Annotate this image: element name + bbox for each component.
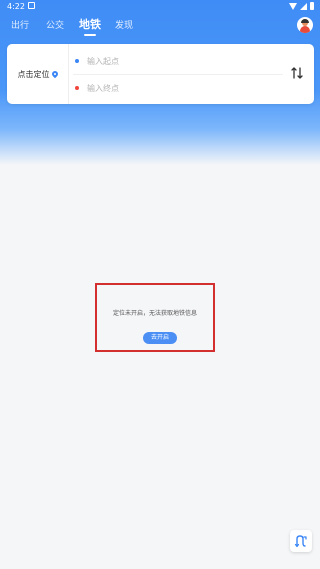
route-icon — [294, 535, 307, 548]
start-field[interactable] — [73, 48, 283, 75]
avatar[interactable] — [297, 17, 313, 33]
end-input[interactable] — [87, 83, 267, 93]
route-search-card: 点击定位 — [7, 44, 314, 104]
location-disabled-panel: 定位未开启，无法获取地铁信息 去开启 — [95, 283, 215, 352]
avatar-body — [300, 26, 310, 33]
active-tab-indicator — [84, 34, 96, 36]
locate-label: 点击定位 — [17, 69, 50, 79]
top-tabs: 出行 公交 地铁 发现 — [0, 14, 320, 38]
start-dot — [75, 59, 79, 63]
battery-icon — [310, 2, 314, 10]
tab-faxian[interactable]: 发现 — [115, 18, 133, 31]
end-field[interactable] — [73, 75, 283, 101]
notification-icon — [28, 2, 35, 9]
swap-icon[interactable] — [290, 66, 304, 80]
wifi-icon — [289, 2, 297, 10]
start-input[interactable] — [87, 56, 267, 66]
status-bar: 4:22 — [0, 0, 320, 14]
locate-button[interactable]: 点击定位 — [7, 44, 69, 104]
tab-ditie[interactable]: 地铁 — [79, 16, 101, 32]
status-indicators — [289, 2, 314, 10]
location-disabled-message: 定位未开启，无法获取地铁信息 — [112, 310, 197, 317]
avatar-hair — [301, 19, 309, 23]
enable-location-button[interactable]: 去开启 — [143, 332, 177, 344]
tab-chuxing[interactable]: 出行 — [11, 18, 29, 31]
route-plan-button[interactable] — [290, 530, 312, 552]
location-pin-icon — [50, 69, 59, 79]
status-time: 4:22 — [7, 2, 25, 11]
tab-gongjiao[interactable]: 公交 — [46, 18, 64, 31]
end-dot — [75, 86, 79, 90]
subway-screen: 4:22 出行 公交 地铁 发现 点击定位 输入起点 输入终点 定位未开启，无法… — [0, 0, 320, 569]
signal-icon — [300, 2, 307, 10]
